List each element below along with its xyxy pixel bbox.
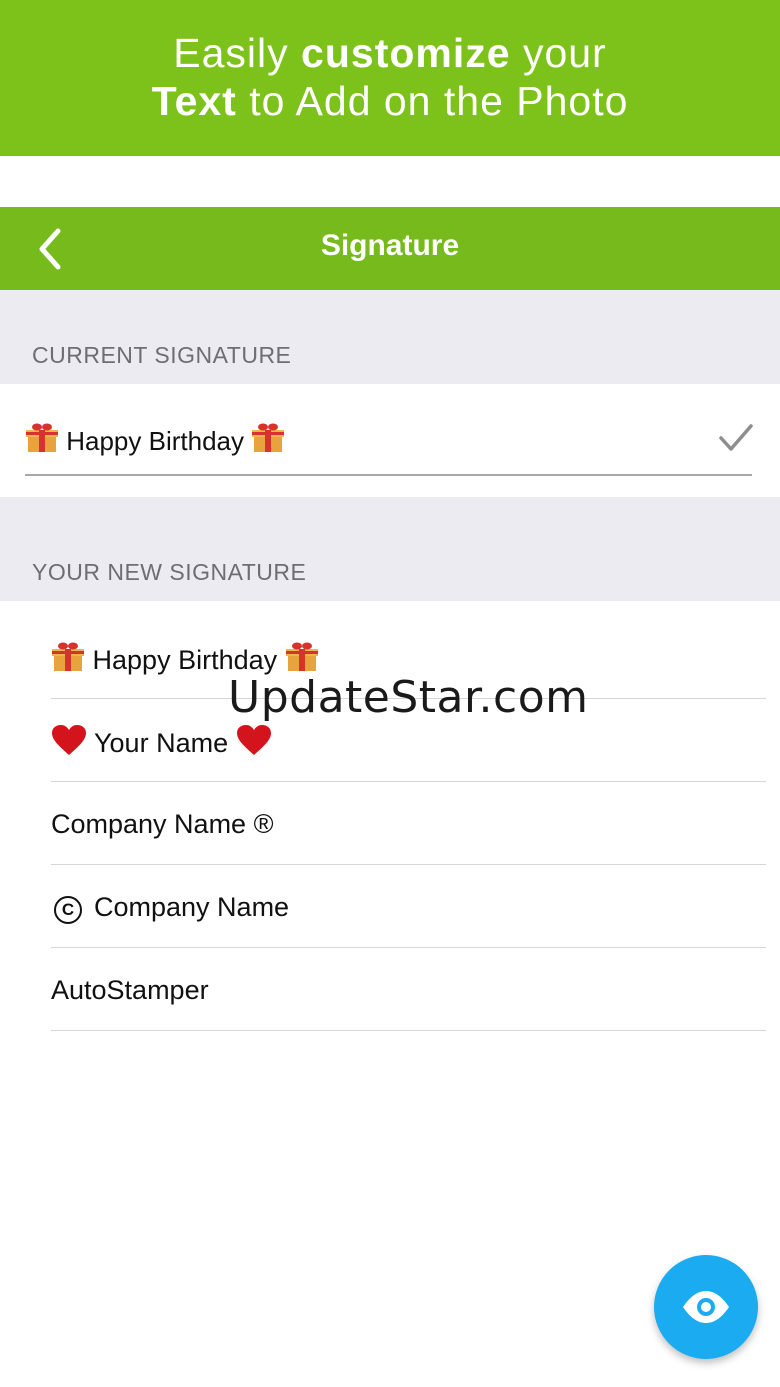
list-item-label: AutoStamper [51, 975, 209, 1005]
checkmark-icon[interactable] [718, 422, 754, 454]
list-item[interactable]: Company Name ® [51, 781, 766, 865]
section-label: CURRENT SIGNATURE [32, 342, 292, 368]
list-item-label: Your Name [51, 724, 272, 763]
section-label: YOUR NEW SIGNATURE [32, 559, 307, 585]
copyright-icon: C [54, 896, 82, 924]
heart-icon [51, 724, 87, 763]
current-signature-header: CURRENT SIGNATURE [0, 290, 780, 384]
new-signature-header: YOUR NEW SIGNATURE [0, 497, 780, 601]
gift-icon [25, 422, 59, 461]
banner-gap [0, 156, 780, 207]
current-signature-value: Happy Birthday [25, 422, 285, 461]
page-title: Signature [320, 229, 460, 262]
gift-icon [51, 641, 85, 680]
eye-icon [683, 1291, 729, 1323]
gift-icon [251, 422, 285, 461]
watermark-text: UpdateStar.com [228, 672, 589, 723]
current-signature-field[interactable]: Happy Birthday [0, 384, 780, 497]
preview-button[interactable] [654, 1255, 758, 1359]
navigation-bar: Signature [0, 207, 780, 290]
list-item-label: Company Name ® [51, 809, 274, 839]
heart-icon [236, 724, 272, 763]
field-underline [25, 474, 752, 476]
promo-banner: Easily customize your Text to Add on the… [0, 0, 780, 156]
promo-line-2: Text to Add on the Photo [151, 78, 629, 124]
promo-line-1: Easily customize your [173, 30, 607, 76]
list-item[interactable]: C Company Name [51, 864, 766, 948]
list-item-label: C Company Name [51, 892, 289, 924]
list-item[interactable]: AutoStamper [51, 947, 766, 1031]
